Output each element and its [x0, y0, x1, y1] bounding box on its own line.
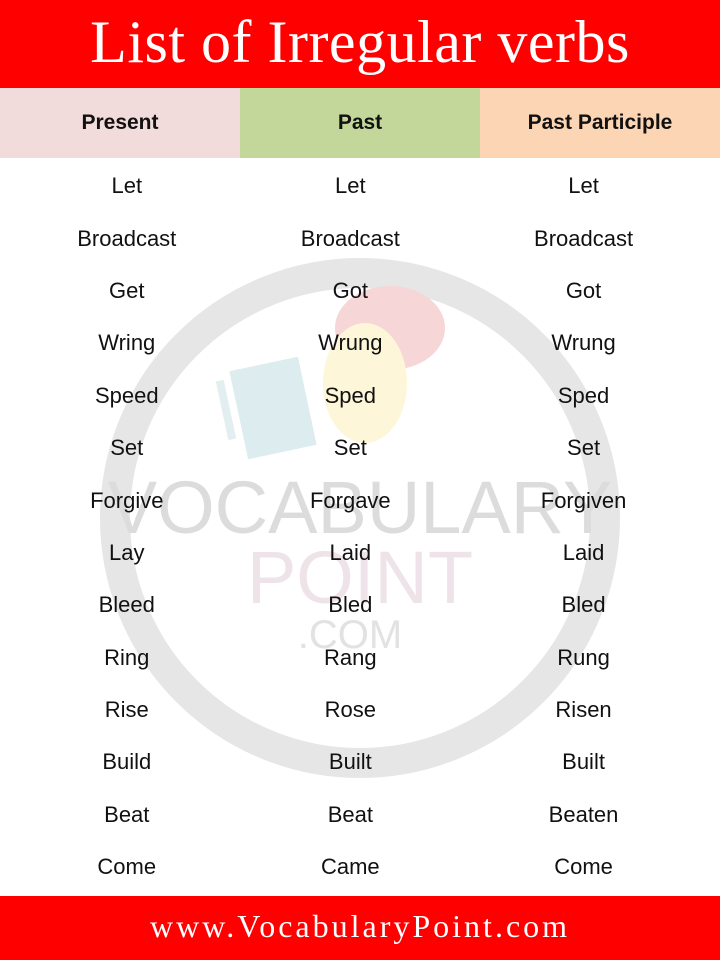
cell-past: Rose — [324, 697, 376, 723]
cell-past-participle: Sped — [557, 382, 610, 408]
table-row: Beat Beat Beaten — [0, 789, 720, 841]
title-banner: List of Irregular verbs — [0, 0, 720, 88]
cell-past: Bled — [328, 592, 373, 618]
table-row: Broadcast Broadcast Broadcast — [0, 212, 720, 264]
cell-past: Laid — [329, 539, 372, 565]
cell-past: Sped — [324, 382, 377, 408]
cell-past: Wrung — [318, 330, 383, 356]
cell-past-participle: Wrung — [551, 330, 616, 356]
cell-past-participle: Got — [565, 277, 602, 303]
cell-past-participle: Rung — [557, 644, 610, 670]
footer-banner: www.VocabularyPoint.com — [0, 896, 720, 960]
cell-past-participle: Laid — [562, 539, 605, 565]
footer-url: www.VocabularyPoint.com — [149, 907, 571, 944]
cell-present: Bleed — [98, 592, 155, 618]
table-row: Rise Rose Risen — [0, 684, 720, 736]
cell-present: Get — [109, 277, 145, 303]
table-row: Speed Sped Sped — [0, 370, 720, 422]
cell-present: Come — [97, 854, 157, 880]
cell-past: Let — [335, 173, 366, 199]
cell-present: Build — [102, 749, 152, 775]
table-row: Set Set Set — [0, 422, 720, 474]
cell-past-participle: Set — [567, 435, 601, 461]
table-row: Come Came Come — [0, 841, 720, 893]
table-row: Get Got Got — [0, 265, 720, 317]
table-row: Build Built Built — [0, 736, 720, 788]
table-row: Forgive Forgave Forgiven — [0, 474, 720, 526]
cell-present: Wring — [98, 330, 156, 356]
cell-present: Broadcast — [77, 225, 177, 251]
cell-past: Came — [320, 854, 380, 880]
cell-past: Got — [332, 277, 369, 303]
cell-past: Built — [328, 749, 372, 775]
cell-past: Forgave — [309, 487, 391, 513]
cell-past-participle: Risen — [555, 697, 612, 723]
cell-past: Set — [333, 435, 367, 461]
table-row: Lay Laid Laid — [0, 527, 720, 579]
cell-past: Rang — [324, 644, 377, 670]
cell-present: Rise — [104, 697, 149, 723]
header-past: Past — [240, 88, 480, 158]
page-title: List of Irregular verbs — [90, 9, 630, 75]
cell-past: Broadcast — [300, 225, 400, 251]
header-present: Present — [0, 88, 240, 158]
cell-past-participle: Bled — [561, 592, 606, 618]
table-row: Wring Wrung Wrung — [0, 317, 720, 369]
table-header-row: Present Past Past Participle — [0, 88, 720, 158]
cell-present: Lay — [109, 539, 145, 565]
cell-past-participle: Let — [568, 173, 599, 199]
table-row: Let Let Let — [0, 160, 720, 212]
cell-past-participle: Built — [562, 749, 605, 775]
cell-present: Beat — [104, 801, 150, 827]
header-past-participle: Past Participle — [480, 88, 720, 158]
cell-present: Forgive — [90, 487, 164, 513]
table-row: Bleed Bled Bled — [0, 579, 720, 631]
verb-table: Let Let Let Broadcast Broadcast Broadcast Get G… — [0, 160, 720, 893]
cell-past-participle: Beaten — [548, 801, 619, 827]
cell-past: Beat — [327, 801, 373, 827]
cell-past-participle: Come — [554, 854, 613, 880]
cell-past-participle: Broadcast — [534, 225, 634, 251]
cell-present: Ring — [104, 644, 150, 670]
cell-present: Let — [111, 173, 143, 199]
table-row: Ring Rang Rung — [0, 632, 720, 684]
cell-present: Set — [110, 435, 144, 461]
cell-present: Speed — [94, 382, 159, 408]
cell-past-participle: Forgiven — [540, 487, 627, 513]
